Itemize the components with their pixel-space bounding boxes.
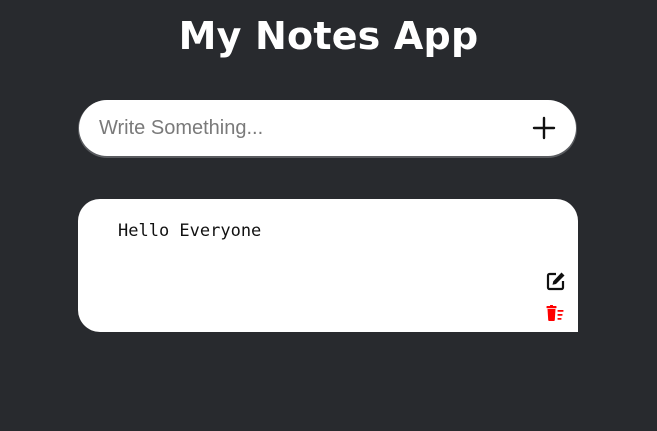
plus-icon (532, 116, 556, 140)
note-text: Hello Everyone (118, 221, 262, 241)
add-note-button[interactable] (530, 114, 558, 142)
edit-icon (546, 272, 565, 291)
trash-icon (546, 305, 564, 321)
edit-note-button[interactable] (545, 270, 567, 292)
delete-note-button[interactable] (546, 305, 566, 321)
page-title: My Notes App (178, 14, 479, 58)
note-input[interactable] (99, 100, 519, 156)
note-composer (79, 100, 576, 156)
note-card: Hello Everyone (78, 199, 578, 332)
